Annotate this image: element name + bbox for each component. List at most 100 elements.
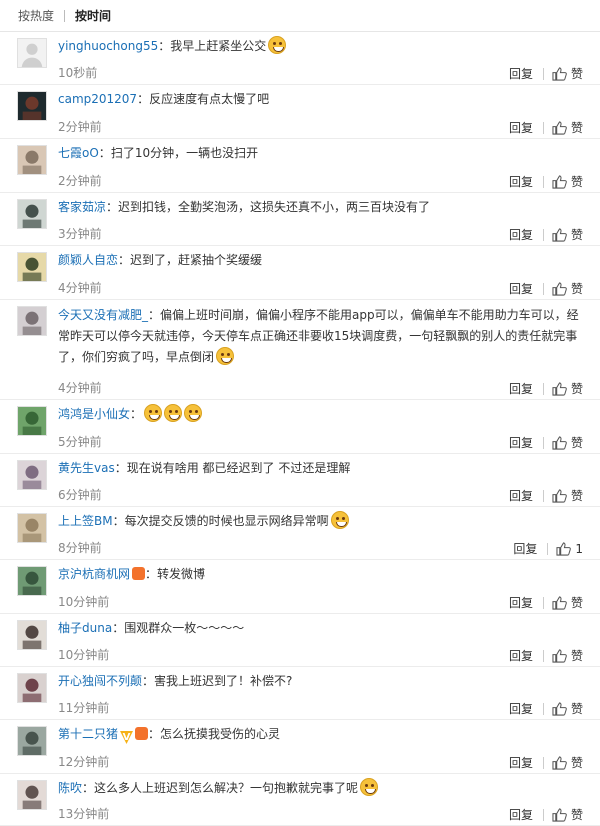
user-avatar[interactable] — [17, 460, 47, 490]
thumbs-up-icon — [552, 755, 567, 770]
divider — [64, 9, 66, 22]
comment-actions: 回复 赞 — [509, 487, 583, 504]
fan-badge-icon — [132, 567, 146, 580]
reply-button[interactable]: 回复 — [509, 119, 533, 136]
comment-time: 4分钟前 — [58, 381, 102, 395]
sort-by-hot-tab[interactable]: 按热度 — [18, 7, 54, 24]
comment-username[interactable]: 鸿鸿是小仙女 — [58, 407, 130, 421]
laugh-cry-emoji — [184, 404, 203, 422]
reply-button[interactable]: 回复 — [509, 806, 533, 823]
sort-by-time-tab[interactable]: 按时间 — [75, 7, 111, 24]
reply-button[interactable]: 回复 — [509, 754, 533, 771]
grin-emoji — [268, 36, 287, 54]
comment-separator: ： — [106, 200, 119, 214]
user-avatar[interactable] — [17, 780, 47, 810]
comment-text: 柚子duna：围观群众一枚～～～～ — [58, 618, 582, 639]
user-avatar[interactable] — [17, 620, 47, 650]
like-button[interactable]: 赞 — [552, 280, 583, 297]
comment-username[interactable]: 今天又没有减肥_ — [58, 308, 148, 322]
comment-username[interactable]: 开心独闯不列颠 — [58, 674, 142, 688]
reply-button[interactable]: 回复 — [509, 226, 533, 243]
user-avatar[interactable] — [17, 566, 47, 596]
comment-username[interactable]: yinghuochong55 — [58, 39, 158, 53]
comment-item: 陈吹：这么多人上班迟到怎么解决？一句抱歉就完事了呢 13分钟前 回复 赞 — [0, 774, 600, 826]
comment-time: 2分钟前 — [58, 174, 102, 188]
comment-username[interactable]: 七霞oO — [58, 146, 99, 160]
laugh-cry-emoji — [164, 404, 183, 422]
like-button[interactable]: 赞 — [552, 700, 583, 717]
comment-time: 11分钟前 — [58, 701, 110, 715]
building-avatar — [18, 567, 46, 595]
comment-item: 黄先生vas：现在说有啥用 都已经迟到了 不过还是理解 6分钟前 回复 赞 — [0, 454, 600, 507]
like-button[interactable]: 赞 — [552, 806, 583, 823]
comment-item: 柚子duna：围观群众一枚～～～～ 10分钟前 回复 赞 — [0, 614, 600, 667]
comment-username[interactable]: 第十二只猪 — [58, 727, 118, 741]
user-avatar[interactable] — [17, 91, 47, 121]
comment-username[interactable]: 上上签BM — [58, 514, 113, 528]
divider — [547, 542, 549, 555]
comment-list: yinghuochong55：我早上赶紧坐公交 10秒前 回复赞 camp201207… — [0, 32, 600, 826]
like-button[interactable]: 赞 — [552, 434, 583, 451]
dark-photo-avatar — [18, 92, 46, 120]
like-button[interactable]: 赞 — [552, 65, 583, 82]
reply-button[interactable]: 回复 — [509, 700, 533, 717]
reply-button[interactable]: 回复 — [509, 173, 533, 190]
comment-username[interactable]: 京沪杭商机网 — [58, 567, 130, 581]
comment-username[interactable]: 柚子duna — [58, 621, 112, 635]
user-avatar[interactable] — [17, 673, 47, 703]
user-avatar[interactable] — [17, 406, 47, 436]
person-avatar — [18, 200, 46, 228]
like-button[interactable]: 赞 — [552, 594, 583, 611]
like-count: 赞 — [570, 808, 583, 822]
like-button[interactable]: 赞 — [552, 173, 583, 190]
thumbs-up-icon — [552, 595, 567, 610]
like-count: 赞 — [570, 702, 583, 716]
divider — [542, 67, 544, 80]
reply-button[interactable]: 回复 — [513, 540, 537, 557]
user-avatar[interactable] — [17, 726, 47, 756]
comment-username[interactable]: 颜颖人自恋 — [58, 253, 118, 267]
like-button[interactable]: 赞 — [552, 380, 583, 397]
user-avatar[interactable] — [17, 38, 47, 68]
like-button[interactable]: 赞 — [552, 226, 583, 243]
user-avatar[interactable] — [17, 513, 47, 543]
comment-username[interactable]: camp201207 — [58, 92, 137, 106]
reply-button[interactable]: 回复 — [509, 487, 533, 504]
comment-body: 现在说有啥用 都已经迟到了 不过还是理解 — [126, 461, 351, 475]
thumbs-up-icon — [552, 66, 567, 81]
reply-button[interactable]: 回复 — [509, 280, 533, 297]
reply-button[interactable]: 回复 — [509, 65, 533, 82]
comment-text: 七霞oO：扫了10分钟，一辆也没扫开 — [58, 143, 582, 164]
like-button[interactable]: 赞 — [552, 647, 583, 664]
like-button[interactable]: 1 — [556, 542, 583, 556]
comment-username[interactable]: 黄先生vas — [58, 461, 115, 475]
reply-button[interactable]: 回复 — [509, 380, 533, 397]
like-button[interactable]: 赞 — [552, 487, 583, 504]
comment-actions: 回复 赞 — [509, 173, 583, 190]
reply-button[interactable]: 回复 — [509, 594, 533, 611]
reply-button[interactable]: 回复 — [509, 647, 533, 664]
like-button[interactable]: 赞 — [552, 119, 583, 136]
user-avatar[interactable] — [17, 199, 47, 229]
comment-username[interactable]: 陈吹 — [58, 781, 82, 795]
thumbs-up-icon — [552, 435, 567, 450]
comment-text: 开心独闯不列颠：害我上班迟到了！补偿不? — [58, 671, 582, 692]
thumbs-up-icon — [552, 381, 567, 396]
user-avatar[interactable] — [17, 306, 47, 336]
user-avatar[interactable] — [17, 252, 47, 282]
comment-separator: ： — [112, 514, 125, 528]
comment-item: camp201207：反应速度有点太慢了吧 2分钟前 回复 赞 — [0, 85, 600, 139]
cat-avatar — [18, 146, 46, 174]
like-button[interactable]: 赞 — [552, 754, 583, 771]
comment-separator: ： — [114, 461, 127, 475]
comment-separator: ： — [112, 621, 125, 635]
reply-button[interactable]: 回复 — [509, 434, 533, 451]
thumbs-up-icon — [552, 488, 567, 503]
user-avatar[interactable] — [17, 145, 47, 175]
divider — [542, 436, 544, 449]
divider — [542, 649, 544, 662]
comment-username[interactable]: 客家茹凉 — [58, 200, 106, 214]
thumbs-up-icon — [552, 807, 567, 822]
comment-text: 黄先生vas：现在说有啥用 都已经迟到了 不过还是理解 — [58, 458, 582, 479]
thumbs-up-icon — [552, 701, 567, 716]
